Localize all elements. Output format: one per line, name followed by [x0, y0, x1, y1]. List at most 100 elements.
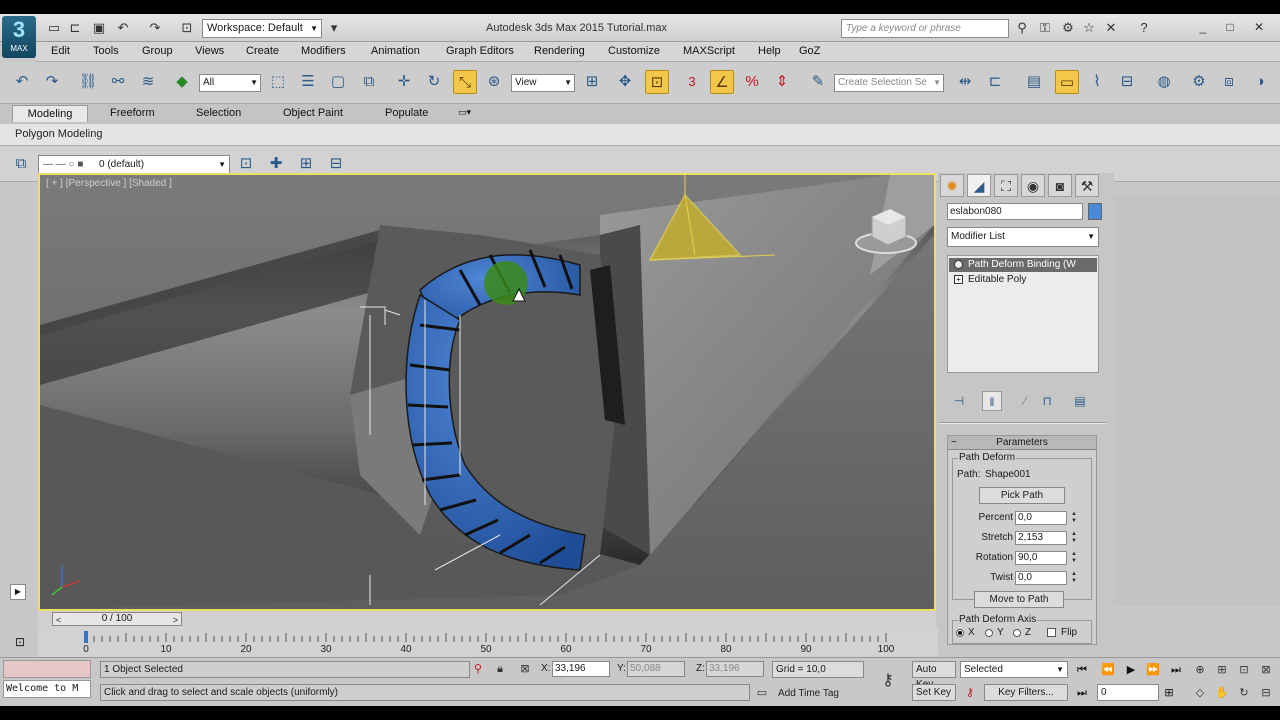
- stack-item-path-deform[interactable]: Path Deform Binding (W: [949, 258, 1097, 272]
- y-coordinate-field[interactable]: 50,088: [627, 661, 685, 677]
- maximize-viewport-icon[interactable]: ⊟: [1256, 684, 1276, 702]
- select-and-rotate-icon[interactable]: ↻: [422, 70, 446, 94]
- perspective-viewport[interactable]: [ + ] [Perspective ] [Shaded ]: [38, 173, 936, 611]
- axis-z-radio[interactable]: [1013, 629, 1021, 637]
- spinner-arrows-icon[interactable]: ▲ ▼: [1070, 551, 1078, 565]
- select-manipulate-icon[interactable]: ✥: [613, 70, 637, 94]
- curve-editor-icon[interactable]: ⌇: [1085, 70, 1109, 94]
- key-filters-button[interactable]: Key Filters...: [984, 684, 1068, 701]
- undo-icon[interactable]: ↶: [114, 19, 132, 37]
- go-to-end-icon[interactable]: ⏭: [1166, 661, 1186, 679]
- isolate-selection-icon[interactable]: ⚲: [468, 660, 488, 678]
- minimize-icon[interactable]: _: [1192, 17, 1214, 37]
- spinner-arrows-icon[interactable]: ▲ ▼: [1070, 571, 1078, 585]
- application-button[interactable]: 3 MAX: [2, 16, 36, 58]
- layer-explorer-icon[interactable]: ⧉: [9, 152, 33, 176]
- workspace-dropdown[interactable]: Workspace: Default ▼: [202, 19, 322, 38]
- render-production-icon[interactable]: ◑: [1248, 70, 1272, 94]
- previous-frame-icon[interactable]: ⏪: [1098, 661, 1118, 679]
- key-mode-icon[interactable]: ⚷: [960, 684, 980, 702]
- flip-checkbox[interactable]: [1047, 628, 1056, 637]
- select-by-name-icon[interactable]: ☰: [296, 70, 320, 94]
- absolute-mode-icon[interactable]: ⊠: [515, 660, 535, 678]
- redo-icon[interactable]: ↷: [40, 70, 64, 94]
- menu-goz[interactable]: GoZ: [799, 45, 820, 57]
- new-file-icon[interactable]: ▭: [45, 19, 63, 37]
- menu-modifiers[interactable]: Modifiers: [301, 45, 346, 57]
- save-icon[interactable]: ▣: [90, 19, 108, 37]
- menu-views[interactable]: Views: [195, 45, 224, 57]
- polygon-modeling-label[interactable]: Polygon Modeling: [15, 128, 102, 140]
- motion-tab-icon[interactable]: ◉: [1021, 174, 1045, 197]
- rotation-spinner[interactable]: 90,0: [1015, 551, 1067, 565]
- time-configuration-icon[interactable]: ⊞: [1159, 684, 1179, 702]
- binoculars-icon[interactable]: ⚲: [1013, 19, 1031, 37]
- edit-named-selection-icon[interactable]: ✎: [806, 70, 830, 94]
- pan-view-icon[interactable]: ✋: [1212, 684, 1232, 702]
- pivot-center-icon[interactable]: ⊞: [580, 70, 604, 94]
- remove-modifier-icon[interactable]: ⊓: [1037, 391, 1057, 411]
- next-frame-icon[interactable]: ⏩: [1143, 661, 1163, 679]
- tab-modeling[interactable]: Modeling: [12, 105, 88, 122]
- x-coordinate-field[interactable]: 33,196: [552, 661, 610, 677]
- show-end-result-icon[interactable]: ‖: [982, 391, 1002, 411]
- display-tab-icon[interactable]: ◙: [1048, 174, 1072, 197]
- snaps-toggle-icon[interactable]: 3: [680, 70, 704, 94]
- quick-access-menu-icon[interactable]: ▾: [325, 19, 343, 37]
- mini-curve-editor-icon[interactable]: ⊡: [10, 633, 30, 651]
- named-selection-sets-dropdown[interactable]: Create Selection Se ▼: [834, 74, 944, 92]
- play-icon[interactable]: ▶: [1121, 661, 1141, 679]
- viewport-label[interactable]: [ + ] [Perspective ] [Shaded ]: [46, 178, 172, 189]
- menu-animation[interactable]: Animation: [371, 45, 420, 57]
- menu-graph-editors[interactable]: Graph Editors: [446, 45, 514, 57]
- stack-item-editable-poly[interactable]: + Editable Poly: [949, 273, 1097, 287]
- percent-snap-icon[interactable]: %: [740, 70, 764, 94]
- project-folder-icon[interactable]: ⊡: [178, 19, 196, 37]
- object-color-swatch[interactable]: [1088, 203, 1102, 220]
- auto-key-button[interactable]: Auto Key: [912, 661, 956, 690]
- object-name-field[interactable]: eslabon080: [947, 203, 1083, 220]
- favorites-star-icon[interactable]: ☆: [1080, 19, 1098, 37]
- menu-help[interactable]: Help: [758, 45, 781, 57]
- track-bar[interactable]: ⊡ 0 10 20 30 40 50 60 70 80 90 100: [15, 627, 938, 657]
- stretch-spinner[interactable]: 2,153: [1015, 531, 1067, 545]
- menu-create[interactable]: Create: [246, 45, 279, 57]
- go-to-start-icon[interactable]: ⏮: [1072, 661, 1092, 679]
- layer-manager-icon[interactable]: ▤: [1022, 70, 1046, 94]
- reference-coordinate-dropdown[interactable]: View ▼: [511, 74, 575, 92]
- rectangular-selection-icon[interactable]: ▢: [326, 70, 350, 94]
- key-selection-dropdown[interactable]: Selected ▼: [960, 661, 1068, 678]
- angle-snap-icon[interactable]: ∠: [710, 70, 734, 94]
- time-tag-icon[interactable]: ▭: [752, 684, 772, 702]
- open-folder-icon[interactable]: ⊏: [66, 19, 84, 37]
- zoom-icon[interactable]: ⊕: [1190, 661, 1210, 679]
- move-to-path-button[interactable]: Move to Path: [974, 591, 1064, 608]
- zoom-extents-all-icon[interactable]: ⊠: [1256, 661, 1276, 679]
- current-frame-field[interactable]: 0: [1097, 684, 1159, 701]
- pick-path-button[interactable]: Pick Path: [979, 487, 1065, 504]
- maximize-icon[interactable]: □: [1219, 17, 1241, 37]
- tab-selection[interactable]: Selection: [196, 107, 241, 119]
- time-slider-handle[interactable]: < 0 / 100 >: [52, 612, 182, 626]
- axis-x-radio[interactable]: [956, 629, 964, 637]
- spinner-arrows-icon[interactable]: ▲ ▼: [1070, 531, 1078, 545]
- help-icon[interactable]: ?: [1135, 19, 1153, 37]
- menu-rendering[interactable]: Rendering: [534, 45, 585, 57]
- toggle-ribbon-icon[interactable]: ▭: [1055, 70, 1079, 94]
- pin-stack-icon[interactable]: ⊣: [949, 391, 969, 411]
- add-time-tag[interactable]: Add Time Tag: [778, 688, 839, 699]
- twist-spinner[interactable]: 0,0: [1015, 571, 1067, 585]
- make-unique-icon[interactable]: ∕: [1015, 391, 1035, 411]
- axis-y-radio[interactable]: [985, 629, 993, 637]
- menu-tools[interactable]: Tools: [93, 45, 119, 57]
- modifier-list-dropdown[interactable]: Modifier List ▼: [947, 227, 1099, 247]
- previous-frame-icon[interactable]: <: [56, 614, 61, 626]
- maxscript-listener-input[interactable]: Welcome to M: [3, 680, 91, 698]
- bind-space-warp-icon[interactable]: ≋: [136, 70, 160, 94]
- ribbon-options-icon[interactable]: ▭▾: [458, 107, 471, 118]
- parameters-rollout-header[interactable]: − Parameters: [948, 436, 1096, 450]
- subscription-icon[interactable]: ⚿: [1036, 19, 1054, 37]
- utilities-tab-icon[interactable]: ⚒: [1075, 174, 1099, 197]
- time-slider[interactable]: < 0 / 100 >: [38, 611, 936, 627]
- spinner-snap-icon[interactable]: ⇕: [770, 70, 794, 94]
